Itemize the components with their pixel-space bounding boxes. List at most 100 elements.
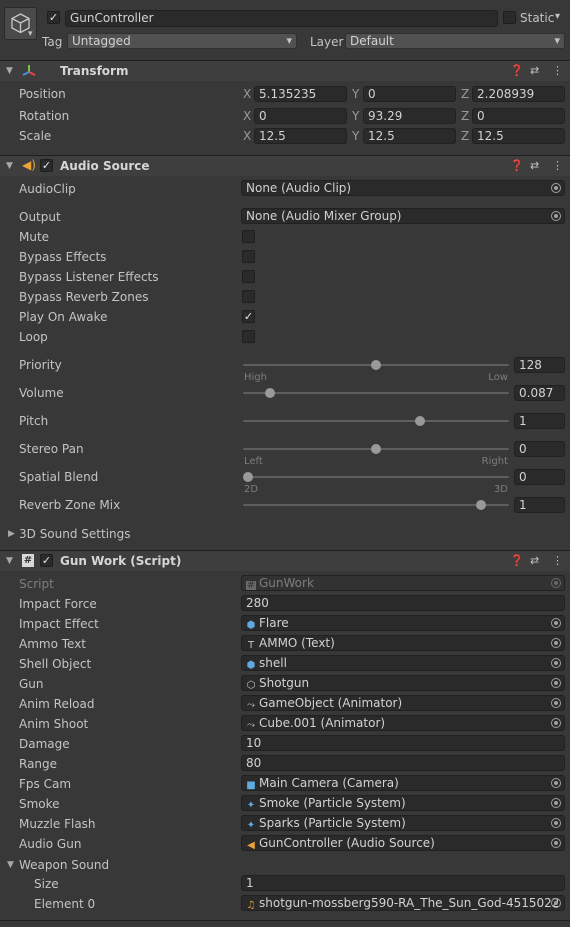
gun-work-object-field[interactable]: ⬡ Shotgun (241, 675, 565, 691)
priority-slider-knob[interactable] (371, 360, 381, 370)
gun-work-text-field[interactable]: 80 (241, 755, 565, 771)
volume-label: Volume (19, 386, 64, 400)
gun-work-object-field[interactable]: ⬢ shell (241, 655, 565, 671)
gun-work-header[interactable]: ▼ # ✓ Gun Work (Script) ❓ ⇄ ⋮ (0, 550, 570, 571)
presets-icon[interactable]: ⇄ (530, 64, 539, 77)
audio-source-header[interactable]: ▼ ◀) ✓ Audio Source ❓ ⇄ ⋮ (0, 155, 570, 176)
transform-y-field[interactable]: 93.29 (363, 108, 456, 124)
object-picker-icon[interactable] (551, 638, 561, 648)
object-picker-icon[interactable] (551, 778, 561, 788)
help-icon[interactable]: ❓ (510, 554, 524, 567)
transform-y-field[interactable]: 0 (363, 86, 456, 102)
toggle-checkbox[interactable] (242, 230, 255, 243)
pitch-slider-track[interactable] (243, 420, 509, 422)
reverb-zone-mix-slider-track[interactable] (243, 504, 509, 506)
volume-value-field[interactable]: 0.087 (514, 385, 565, 401)
more-menu-icon[interactable]: ⋮ (552, 64, 563, 77)
object-picker-icon[interactable] (551, 698, 561, 708)
spatial-blend-value-field[interactable]: 0 (514, 469, 565, 485)
volume-slider-track[interactable] (243, 392, 509, 394)
fold-arrow-icon[interactable]: ▼ (6, 161, 13, 171)
more-menu-icon[interactable]: ⋮ (552, 554, 563, 567)
axis-label-z[interactable]: Z (461, 109, 469, 123)
gun-work-text-field[interactable]: 280 (241, 595, 565, 611)
fold-arrow-icon[interactable]: ▼ (6, 556, 13, 566)
transform-y-field[interactable]: 12.5 (363, 128, 456, 144)
transform-x-field[interactable]: 12.5 (254, 128, 347, 144)
fold-arrow-icon[interactable]: ▶ (8, 529, 15, 539)
spatial-blend-slider-knob[interactable] (243, 472, 253, 482)
object-picker-icon[interactable] (551, 838, 561, 848)
volume-slider-knob[interactable] (265, 388, 275, 398)
toggle-checkbox[interactable]: ✓ (242, 310, 255, 323)
toggle-checkbox[interactable] (242, 290, 255, 303)
size-field[interactable]: 1 (241, 875, 565, 891)
object-picker-icon[interactable] (551, 618, 561, 628)
transform-x-field[interactable]: 0 (254, 108, 347, 124)
object-picker-icon[interactable] (551, 183, 561, 193)
pitch-value-field[interactable]: 1 (514, 413, 565, 429)
fold-arrow-icon[interactable]: ▼ (7, 860, 14, 870)
reverb-zone-mix-value-field[interactable]: 1 (514, 497, 565, 513)
tag-dropdown[interactable]: Untagged (67, 33, 297, 49)
object-picker-icon[interactable] (551, 798, 561, 808)
axis-label-y[interactable]: Y (352, 109, 359, 123)
help-icon[interactable]: ❓ (510, 159, 524, 172)
element0-field[interactable]: ♫ shotgun-mossberg590-RA_The_Sun_God-4515… (241, 895, 565, 911)
gun-work-object-field[interactable]: ■ Main Camera (Camera) (241, 775, 565, 791)
axis-label-x[interactable]: X (243, 87, 251, 101)
weapon-sound-foldout[interactable]: Weapon Sound (19, 858, 109, 872)
active-checkbox[interactable]: ✓ (47, 11, 60, 24)
axis-label-z[interactable]: Z (461, 129, 469, 143)
name-field[interactable]: GunController (65, 10, 498, 27)
gun-work-object-field[interactable]: ⤳ GameObject (Animator) (241, 695, 565, 711)
gun-work-text-field[interactable]: 10 (241, 735, 565, 751)
axis-label-y[interactable]: Y (352, 87, 359, 101)
axis-label-x[interactable]: X (243, 109, 251, 123)
gameobject-icon[interactable]: ▾ (4, 7, 37, 40)
3d-sound-settings-foldout[interactable]: 3D Sound Settings (19, 527, 131, 541)
more-menu-icon[interactable]: ⋮ (552, 159, 563, 172)
audioclip-field[interactable]: None (Audio Clip) (241, 180, 565, 196)
toggle-checkbox[interactable] (242, 270, 255, 283)
pitch-slider-knob[interactable] (415, 416, 425, 426)
static-dropdown-icon[interactable]: ▾ (555, 11, 560, 22)
output-field[interactable]: None (Audio Mixer Group) (241, 208, 565, 224)
stereo-pan-slider-knob[interactable] (371, 444, 381, 454)
gun-work-enabled-checkbox[interactable]: ✓ (40, 554, 53, 567)
gun-work-object-field[interactable]: ⬢ Flare (241, 615, 565, 631)
axis-label-x[interactable]: X (243, 129, 251, 143)
object-picker-icon[interactable] (551, 211, 561, 221)
gun-work-object-field[interactable]: ✦ Sparks (Particle System) (241, 815, 565, 831)
axis-label-y[interactable]: Y (352, 129, 359, 143)
gun-work-object-field[interactable]: T AMMO (Text) (241, 635, 565, 651)
gun-work-object-field[interactable]: ✦ Smoke (Particle System) (241, 795, 565, 811)
reverb-zone-mix-slider-knob[interactable] (476, 500, 486, 510)
transform-z-field[interactable]: 2.208939 (472, 86, 565, 102)
gun-work-object-field[interactable]: ◀ GunController (Audio Source) (241, 835, 565, 851)
stereo-pan-value-field[interactable]: 0 (514, 441, 565, 457)
transform-z-field[interactable]: 12.5 (472, 128, 565, 144)
gun-work-object-field[interactable]: ⤳ Cube.001 (Animator) (241, 715, 565, 731)
priority-value-field[interactable]: 128 (514, 357, 565, 373)
transform-z-field[interactable]: 0 (472, 108, 565, 124)
toggle-checkbox[interactable] (242, 330, 255, 343)
axis-label-z[interactable]: Z (461, 87, 469, 101)
static-checkbox[interactable] (503, 11, 516, 24)
object-picker-icon[interactable] (551, 678, 561, 688)
object-picker-icon[interactable] (551, 898, 561, 908)
presets-icon[interactable]: ⇄ (530, 159, 539, 172)
toggle-label: Bypass Effects (19, 250, 107, 264)
transform-header[interactable]: ▼ Transform ❓ ⇄ ⋮ (0, 60, 570, 81)
object-picker-icon[interactable] (551, 818, 561, 828)
object-picker-icon[interactable] (551, 718, 561, 728)
fold-arrow-icon[interactable]: ▼ (6, 66, 13, 76)
transform-x-field[interactable]: 5.135235 (254, 86, 347, 102)
help-icon[interactable]: ❓ (510, 64, 524, 77)
layer-dropdown[interactable]: Default (345, 33, 565, 49)
spatial-blend-slider-track[interactable] (243, 476, 509, 478)
object-picker-icon[interactable] (551, 658, 561, 668)
toggle-checkbox[interactable] (242, 250, 255, 263)
presets-icon[interactable]: ⇄ (530, 554, 539, 567)
audio-source-enabled-checkbox[interactable]: ✓ (40, 159, 53, 172)
